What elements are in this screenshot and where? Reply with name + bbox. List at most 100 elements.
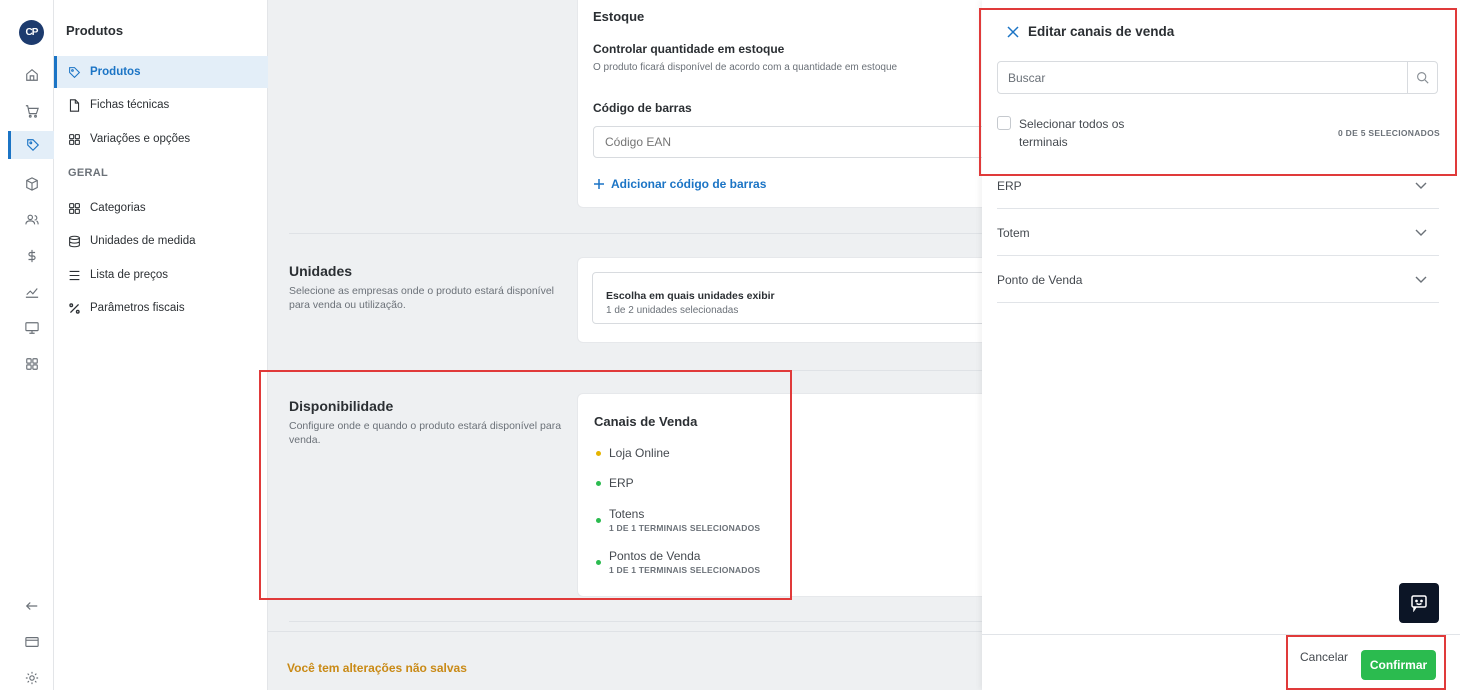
barcode-label: Código de barras (593, 101, 692, 115)
unsaved-bar: Você tem alterações não salvas (268, 631, 988, 690)
grid-icon (68, 202, 81, 215)
unidades-selector[interactable]: Escolha em quais unidades exibir 1 de 2 … (592, 272, 1002, 324)
nav-item-label: Produtos (90, 66, 141, 78)
channel-sub: 1 DE 1 TERMINAIS SELECIONADOS (609, 565, 761, 575)
app-logo[interactable]: CP (19, 20, 44, 45)
nav-item-label: Unidades de medida (90, 235, 196, 247)
group-totem[interactable]: Totem (997, 210, 1439, 256)
search-input[interactable] (998, 62, 1407, 93)
add-barcode-label: Adicionar código de barras (611, 177, 767, 191)
chevron-down-icon (1415, 276, 1427, 284)
gear-icon[interactable] (15, 664, 49, 690)
grid-icon (68, 133, 81, 146)
chevron-down-icon (1415, 229, 1427, 237)
select-all-checkbox[interactable] (997, 116, 1011, 130)
nav-section-geral: GERAL (68, 167, 108, 179)
monitor-icon[interactable] (15, 314, 49, 342)
group-label: Totem (997, 225, 1030, 240)
group-label: ERP (997, 178, 1022, 193)
nav-item-parametros-fiscais[interactable]: Parâmetros fiscais (54, 292, 268, 324)
nav-item-unidades-medida[interactable]: Unidades de medida (54, 225, 268, 257)
drawer-header: Editar canais de venda (1007, 24, 1174, 39)
unidades-card: Escolha em quais unidades exibir 1 de 2 … (577, 257, 1002, 343)
card-icon[interactable] (15, 628, 49, 656)
section-divider (289, 621, 1009, 622)
canais-venda-title: Canais de Venda (594, 414, 698, 429)
canais-venda-card[interactable]: Canais de Venda Loja Online ERP Totens 1… (577, 393, 997, 597)
channel-totens: Totens 1 DE 1 TERMINAIS SELECIONADOS (596, 507, 760, 533)
channel-name: ERP (609, 476, 634, 490)
group-erp[interactable]: ERP (997, 163, 1439, 209)
disponibilidade-desc: Configure onde e quando o produto estará… (289, 420, 562, 446)
close-icon[interactable] (1007, 25, 1019, 38)
main-content: Estoque Controlar quantidade em estoque … (268, 0, 1009, 690)
select-all-label: Selecionar todos os terminais (1019, 117, 1125, 149)
channel-name: Pontos de Venda (609, 549, 701, 563)
barcode-input[interactable] (593, 126, 1003, 158)
unidades-selector-title: Escolha em quais unidades exibir (606, 290, 775, 302)
nav-item-label: Parâmetros fiscais (90, 302, 185, 314)
file-icon (68, 98, 81, 112)
nav-item-label: Variações e opções (90, 133, 191, 145)
chevron-down-icon (1415, 182, 1427, 190)
nav-item-variacoes[interactable]: Variações e opções (54, 123, 268, 155)
cancel-button[interactable]: Cancelar (1300, 650, 1348, 664)
chat-icon (1410, 594, 1428, 612)
disponibilidade-title: Disponibilidade (289, 398, 394, 414)
status-dot (596, 518, 601, 523)
tag-icon (68, 66, 81, 79)
group-label: Ponto de Venda (997, 272, 1083, 287)
edit-sales-channels-drawer: Editar canais de venda Selecionar todos … (982, 0, 1460, 690)
unidades-title: Unidades (289, 263, 353, 279)
status-dot (596, 451, 601, 456)
search-box (997, 61, 1438, 94)
section-divider (289, 233, 1009, 234)
channel-erp: ERP (596, 476, 634, 490)
channel-loja-online: Loja Online (596, 446, 670, 460)
icon-rail: CP (0, 0, 54, 690)
nav-item-label: Fichas técnicas (90, 99, 170, 111)
channel-sub: 1 DE 1 TERMINAIS SELECIONADOS (609, 523, 761, 533)
status-dot (596, 481, 601, 486)
nav-item-fichas-tecnicas[interactable]: Fichas técnicas (54, 89, 268, 121)
grid-icon[interactable] (15, 350, 49, 378)
channel-name: Totens (609, 507, 645, 521)
channel-name: Loja Online (609, 446, 670, 460)
estoque-title: Estoque (593, 9, 645, 24)
users-icon[interactable] (15, 206, 49, 234)
percent-icon (68, 302, 81, 315)
plus-icon (593, 178, 605, 190)
status-dot (596, 560, 601, 565)
chart-icon[interactable] (15, 278, 49, 306)
list-icon (68, 269, 81, 282)
unsaved-message: Você tem alterações não salvas (287, 661, 467, 675)
stock-control-desc: O produto ficará disponível de acordo co… (593, 62, 898, 73)
estoque-card: Estoque Controlar quantidade em estoque … (577, 0, 1003, 208)
tag-icon[interactable] (8, 131, 54, 159)
home-icon[interactable] (15, 61, 49, 89)
nav-item-label: Lista de preços (90, 269, 168, 281)
group-ponto-de-venda[interactable]: Ponto de Venda (997, 257, 1439, 303)
search-icon (1416, 71, 1429, 84)
confirm-button[interactable]: Confirmar (1361, 650, 1436, 680)
nav-title: Produtos (66, 23, 124, 38)
select-all-row[interactable]: Selecionar todos os terminais (997, 115, 1159, 151)
arrow-left-icon[interactable] (15, 592, 49, 620)
nav-item-categorias[interactable]: Categorias (54, 192, 268, 224)
add-barcode-link[interactable]: Adicionar código de barras (593, 177, 766, 191)
nav-item-lista-precos[interactable]: Lista de preços (54, 259, 268, 291)
selected-count: 0 DE 5 SELECIONADOS (1337, 128, 1440, 138)
database-icon (68, 235, 81, 248)
dollar-icon[interactable] (15, 242, 49, 270)
cart-icon[interactable] (15, 97, 49, 125)
chat-feedback-button[interactable] (1399, 583, 1439, 623)
stock-control-title: Controlar quantidade em estoque (593, 42, 785, 56)
unidades-selector-sub: 1 de 2 unidades selecionadas (606, 305, 739, 316)
box-icon[interactable] (15, 170, 49, 198)
unidades-desc: Selecione as empresas onde o produto est… (289, 285, 555, 311)
channel-pontos-venda: Pontos de Venda 1 DE 1 TERMINAIS SELECIO… (596, 549, 760, 575)
drawer-title: Editar canais de venda (1028, 24, 1175, 39)
section-divider (289, 370, 1009, 371)
nav-item-produtos[interactable]: Produtos (54, 56, 268, 88)
search-button[interactable] (1407, 62, 1437, 93)
